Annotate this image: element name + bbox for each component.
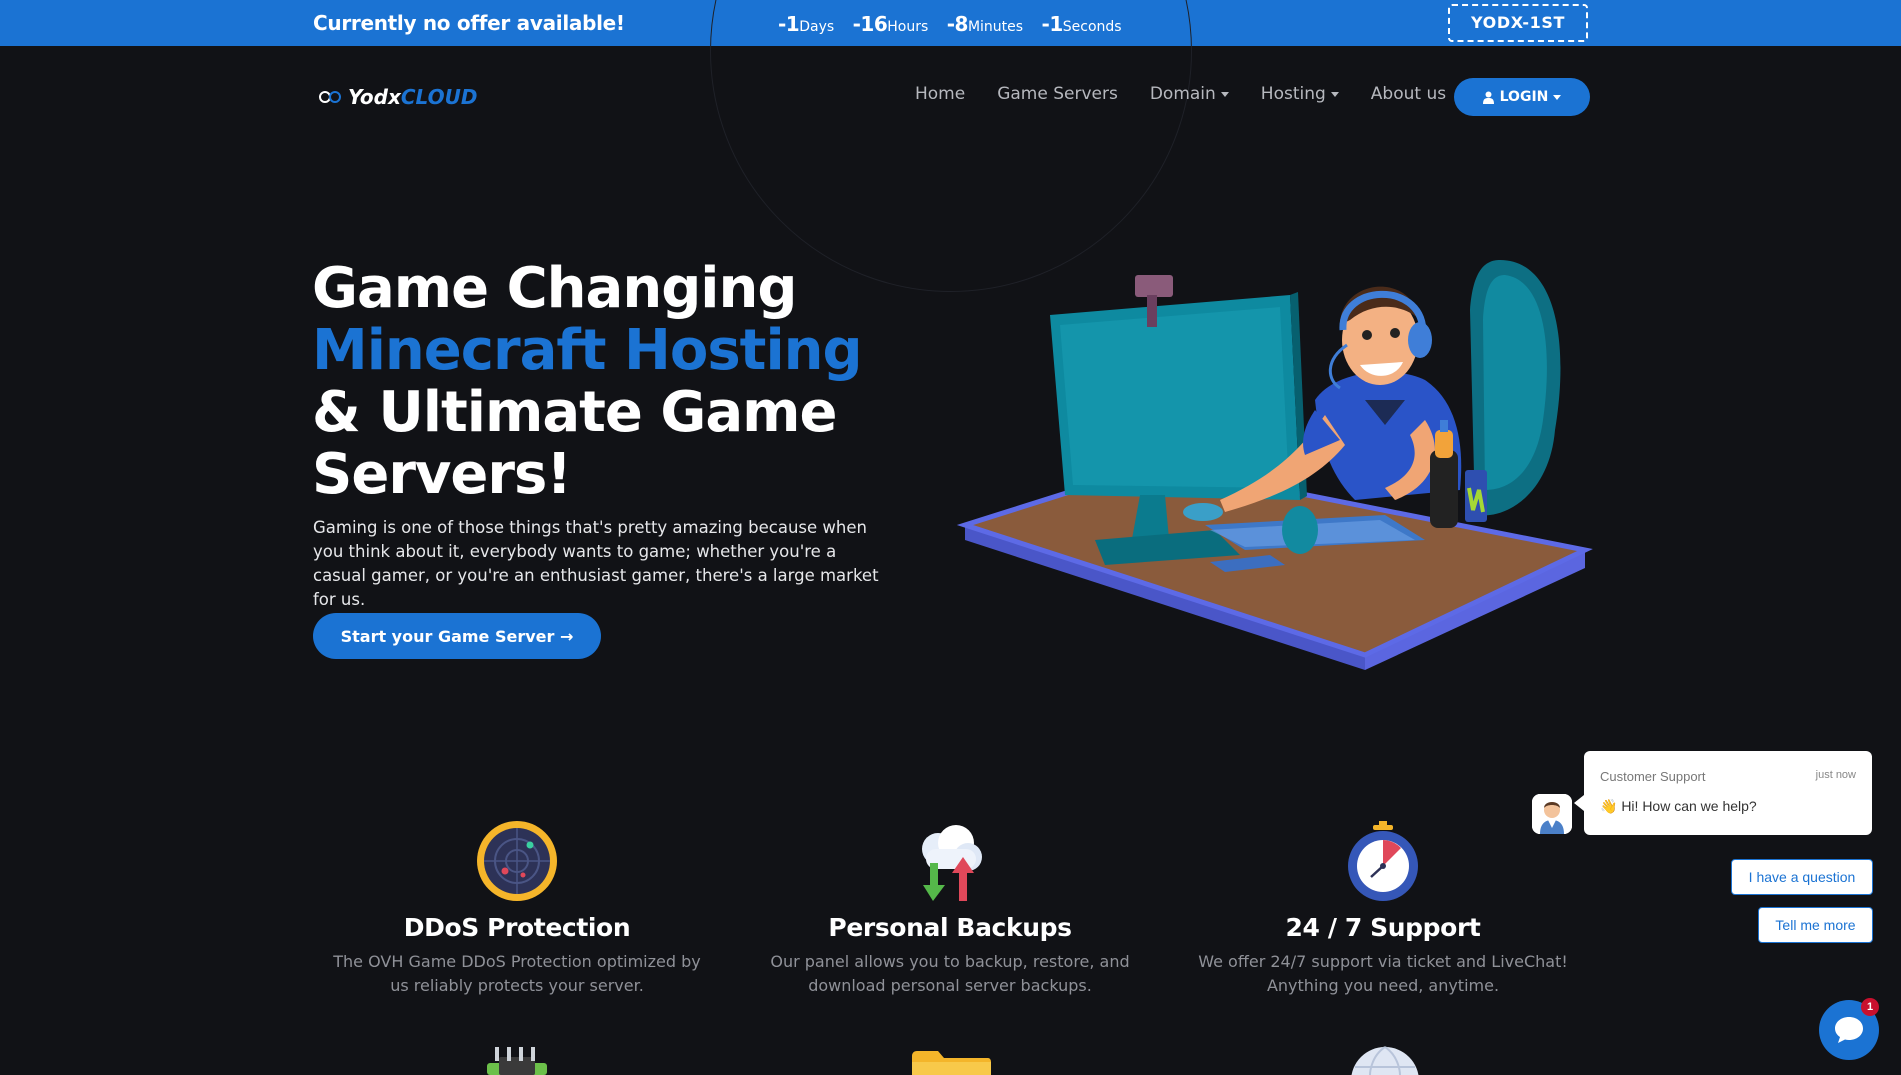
nav-home[interactable]: Home xyxy=(915,84,965,104)
nav-domain[interactable]: Domain xyxy=(1150,84,1229,104)
promo-message: Currently no offer available! xyxy=(313,11,625,35)
feature-title: 24 / 7 Support xyxy=(1285,913,1481,942)
chat-icon xyxy=(1835,1017,1863,1043)
globe-icon xyxy=(1351,1046,1419,1075)
cpu-chip-icon xyxy=(487,1047,547,1075)
chat-message: 👋 Hi! How can we help? xyxy=(1600,798,1757,814)
coupon-code[interactable]: YODX-1ST xyxy=(1448,4,1588,42)
hero-description: Gaming is one of those things that's pre… xyxy=(313,518,879,609)
nav-game-servers[interactable]: Game Servers xyxy=(997,84,1118,104)
logo-text: YodxCLOUD xyxy=(348,85,478,109)
main-nav: Home Game Servers Domain Hosting About u… xyxy=(915,84,1446,104)
feature-text: We offer 24/7 support via ticket and Liv… xyxy=(1198,952,1568,995)
chevron-down-icon xyxy=(1330,91,1339,97)
decorative-circle xyxy=(710,0,1192,292)
unread-badge: 1 xyxy=(1861,998,1879,1016)
feature-ddos: DDoS Protection The OVH Game DDoS Protec… xyxy=(327,819,707,998)
start-game-server-button[interactable]: Start your Game Server → xyxy=(313,613,601,659)
feature-support: 24 / 7 Support We offer 24/7 support via… xyxy=(1193,819,1573,998)
support-agent-avatar xyxy=(1532,794,1572,834)
hero-title: Game Changing Minecraft Hosting & Ultima… xyxy=(312,256,863,507)
stopwatch-icon xyxy=(1348,821,1418,901)
logo-icon xyxy=(319,91,341,103)
feature-text: The OVH Game DDoS Protection optimized b… xyxy=(333,952,701,995)
gamer-illustration xyxy=(956,260,1593,670)
agent-avatar-icon xyxy=(1532,794,1572,834)
user-icon xyxy=(1482,91,1494,104)
radar-icon xyxy=(477,821,557,901)
folder-icon xyxy=(912,1051,991,1075)
feature-title: Personal Backups xyxy=(828,913,1072,942)
hero-title-line3: & Ultimate Game xyxy=(312,380,837,445)
login-button[interactable]: LOGIN xyxy=(1454,78,1590,116)
site-logo[interactable]: YodxCLOUD xyxy=(318,84,477,110)
feature-title: DDoS Protection xyxy=(403,913,631,942)
chat-timestamp: just now xyxy=(1815,769,1856,781)
hero-title-line4: Servers! xyxy=(312,442,572,507)
login-label: LOGIN xyxy=(1499,89,1549,105)
quick-reply-tell-more[interactable]: Tell me more xyxy=(1758,907,1873,943)
quick-reply-question[interactable]: I have a question xyxy=(1731,859,1873,895)
chat-agent-name: Customer Support xyxy=(1600,769,1706,784)
chevron-down-icon xyxy=(1220,91,1229,97)
chat-message-bubble[interactable]: Customer Support just now 👋 Hi! How can … xyxy=(1574,751,1872,835)
chevron-down-icon xyxy=(1553,94,1562,100)
nav-about[interactable]: About us xyxy=(1371,84,1446,104)
feature-text: Our panel allows you to backup, restore,… xyxy=(770,952,1130,995)
cloud-sync-icon xyxy=(922,825,982,901)
hero-title-line2: Minecraft Hosting xyxy=(312,318,863,383)
nav-hosting[interactable]: Hosting xyxy=(1261,84,1339,104)
hero-title-line1: Game Changing xyxy=(312,256,797,321)
feature-backups: Personal Backups Our panel allows you to… xyxy=(760,819,1140,998)
